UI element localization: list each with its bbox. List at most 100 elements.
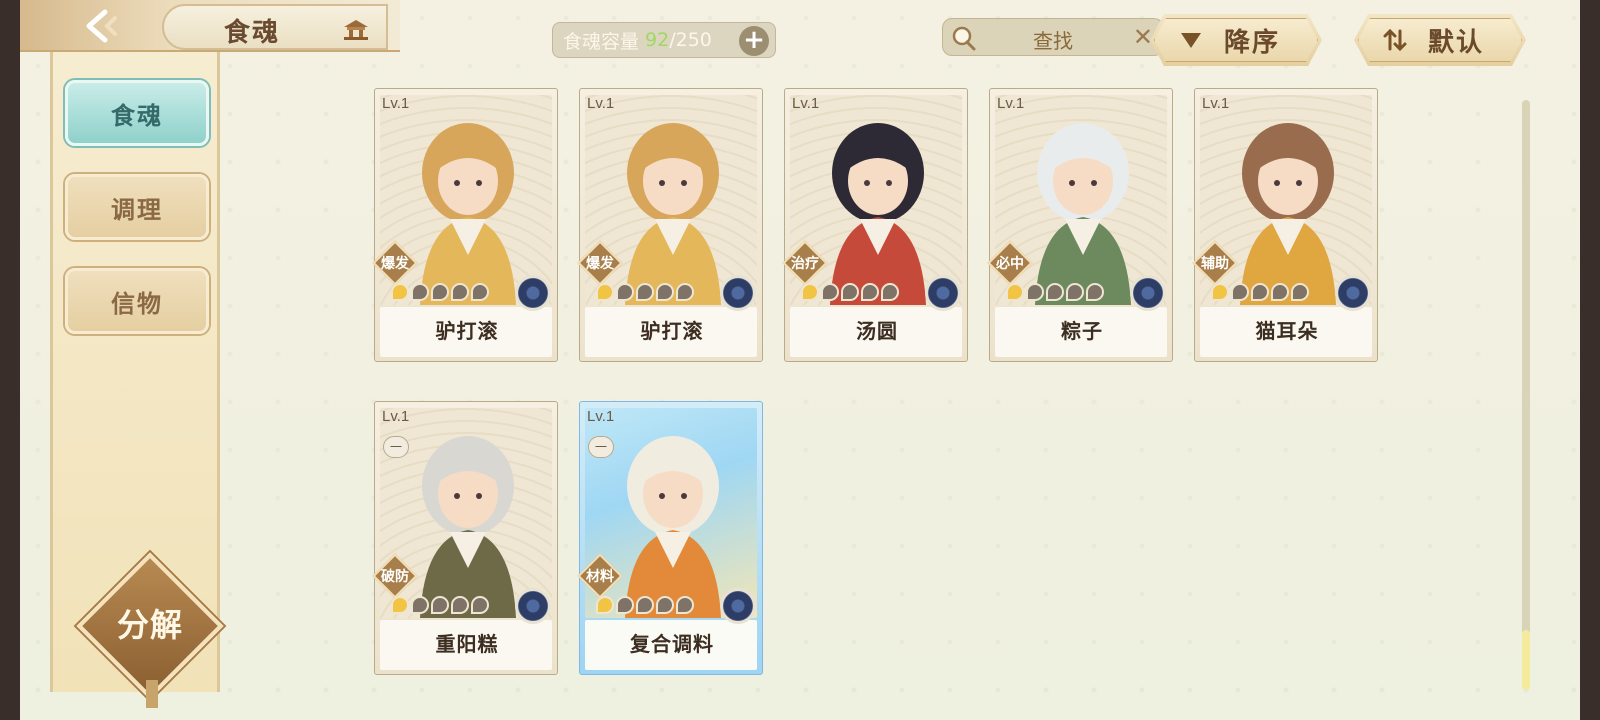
role-badge: 辅助: [1192, 240, 1238, 286]
element-orb-icon: [515, 588, 551, 624]
star-icon: [1066, 283, 1084, 301]
card-level: Lv.1: [1202, 95, 1230, 112]
sort-order-label: 降序: [1224, 27, 1281, 58]
search-icon: [952, 26, 976, 51]
capacity-label: 食魂容量: [563, 30, 640, 53]
sidebar-item-food-souls[interactable]: 食魂: [65, 80, 209, 146]
star-icon: [1291, 283, 1309, 301]
sort-order-button[interactable]: 降序: [1150, 14, 1322, 66]
star-icon: [411, 283, 429, 301]
star-icon: [391, 283, 409, 301]
star-icon: [451, 596, 469, 614]
add-capacity-button[interactable]: +: [739, 26, 769, 56]
title-tab: 食魂: [162, 4, 388, 50]
card-name: 驴打滚: [435, 319, 499, 343]
scrollbar-track[interactable]: [1522, 100, 1530, 690]
card-name: 汤圆: [856, 319, 898, 343]
back-button[interactable]: [82, 8, 124, 44]
card-name: 猫耳朵: [1255, 319, 1319, 343]
star-rating: [596, 596, 694, 614]
close-icon[interactable]: ✕: [1133, 23, 1153, 51]
star-icon: [1231, 283, 1249, 301]
food-soul-card[interactable]: Lv.1 爆发驴打滚: [372, 88, 558, 362]
sort-mode-label: 默认: [1428, 27, 1485, 58]
food-soul-card[interactable]: Lv.1 一材料 复合调料: [577, 401, 763, 675]
star-icon: [881, 283, 899, 301]
star-icon: [861, 283, 879, 301]
star-rating: [1006, 283, 1104, 301]
star-icon: [1006, 283, 1024, 301]
top-bar: 食魂: [20, 0, 400, 52]
star-icon: [656, 596, 674, 614]
triangle-down-icon: [1178, 27, 1204, 53]
star-icon: [411, 596, 429, 614]
star-rating: [801, 283, 899, 301]
element-orb-icon: [515, 275, 551, 311]
star-icon: [821, 283, 839, 301]
star-icon: [391, 596, 409, 614]
star-icon: [676, 596, 694, 614]
card-name: 驴打滚: [640, 319, 704, 343]
star-rating: [596, 283, 694, 301]
role-badge: 爆发: [372, 240, 418, 286]
card-level: Lv.1: [382, 95, 410, 112]
star-icon: [1271, 283, 1289, 301]
element-orb-icon: [1335, 275, 1371, 311]
star-icon: [656, 283, 674, 301]
temple-icon[interactable]: [342, 18, 370, 40]
card-level: Lv.1: [997, 95, 1025, 112]
star-icon: [431, 283, 449, 301]
food-soul-card[interactable]: Lv.1 一破防重阳糕: [372, 401, 558, 675]
star-icon: [471, 283, 489, 301]
star-icon: [616, 283, 634, 301]
card-name: 复合调料: [630, 632, 714, 656]
element-orb-icon: [720, 588, 756, 624]
decompose-ribbon: [146, 680, 158, 708]
star-icon: [596, 283, 614, 301]
capacity-indicator: 食魂容量 92 /250 +: [552, 22, 776, 58]
element-orb-icon: [1130, 275, 1166, 311]
star-icon: [636, 283, 654, 301]
food-soul-card[interactable]: Lv.1 爆发驴打滚: [577, 88, 763, 362]
star-icon: [431, 596, 449, 614]
card-level: Lv.1: [382, 408, 410, 425]
main-frame: 食魂 食魂容量 92 /250 + 查找 ✕ 降序 默认 食魂 调理 信物 分解…: [20, 0, 1580, 720]
element-orb-icon: [925, 275, 961, 311]
star-icon: [596, 596, 614, 614]
star-icon: [1046, 283, 1064, 301]
role-badge: 破防: [372, 553, 418, 599]
back-arrow-icon: [86, 9, 117, 43]
search-box[interactable]: 查找 ✕: [942, 18, 1164, 56]
star-icon: [1251, 283, 1269, 301]
card-level: Lv.1: [587, 95, 615, 112]
swap-arrows-icon: [1382, 27, 1408, 53]
star-icon: [801, 283, 819, 301]
star-rating: [391, 596, 489, 614]
card-name: 重阳糕: [435, 632, 499, 656]
star-icon: [676, 283, 694, 301]
card-level: Lv.1: [587, 408, 615, 425]
scrollbar-thumb[interactable]: [1522, 630, 1530, 690]
sidebar-item-cooking[interactable]: 调理: [65, 174, 209, 240]
star-icon: [451, 283, 469, 301]
star-rating: [391, 283, 489, 301]
food-soul-card[interactable]: Lv.1 治疗 汤圆: [782, 88, 968, 362]
star-icon: [841, 283, 859, 301]
star-icon: [636, 596, 654, 614]
decompose-label: 分解: [116, 606, 183, 644]
food-soul-card[interactable]: Lv.1 辅助猫耳朵: [1192, 88, 1378, 362]
star-icon: [616, 596, 634, 614]
search-placeholder: 查找: [1033, 29, 1073, 53]
element-orb-icon: [720, 275, 756, 311]
role-badge: 爆发: [577, 240, 623, 286]
card-tier-badge: 一: [588, 436, 614, 458]
card-tier-badge: 一: [383, 436, 409, 458]
role-badge: 必中: [987, 240, 1033, 286]
star-icon: [1211, 283, 1229, 301]
sidebar-item-tokens[interactable]: 信物: [65, 268, 209, 334]
star-icon: [1026, 283, 1044, 301]
sort-mode-button[interactable]: 默认: [1354, 14, 1526, 66]
food-soul-card[interactable]: Lv.1 必中 粽子: [987, 88, 1173, 362]
star-icon: [471, 596, 489, 614]
page-title: 食魂: [224, 18, 281, 48]
